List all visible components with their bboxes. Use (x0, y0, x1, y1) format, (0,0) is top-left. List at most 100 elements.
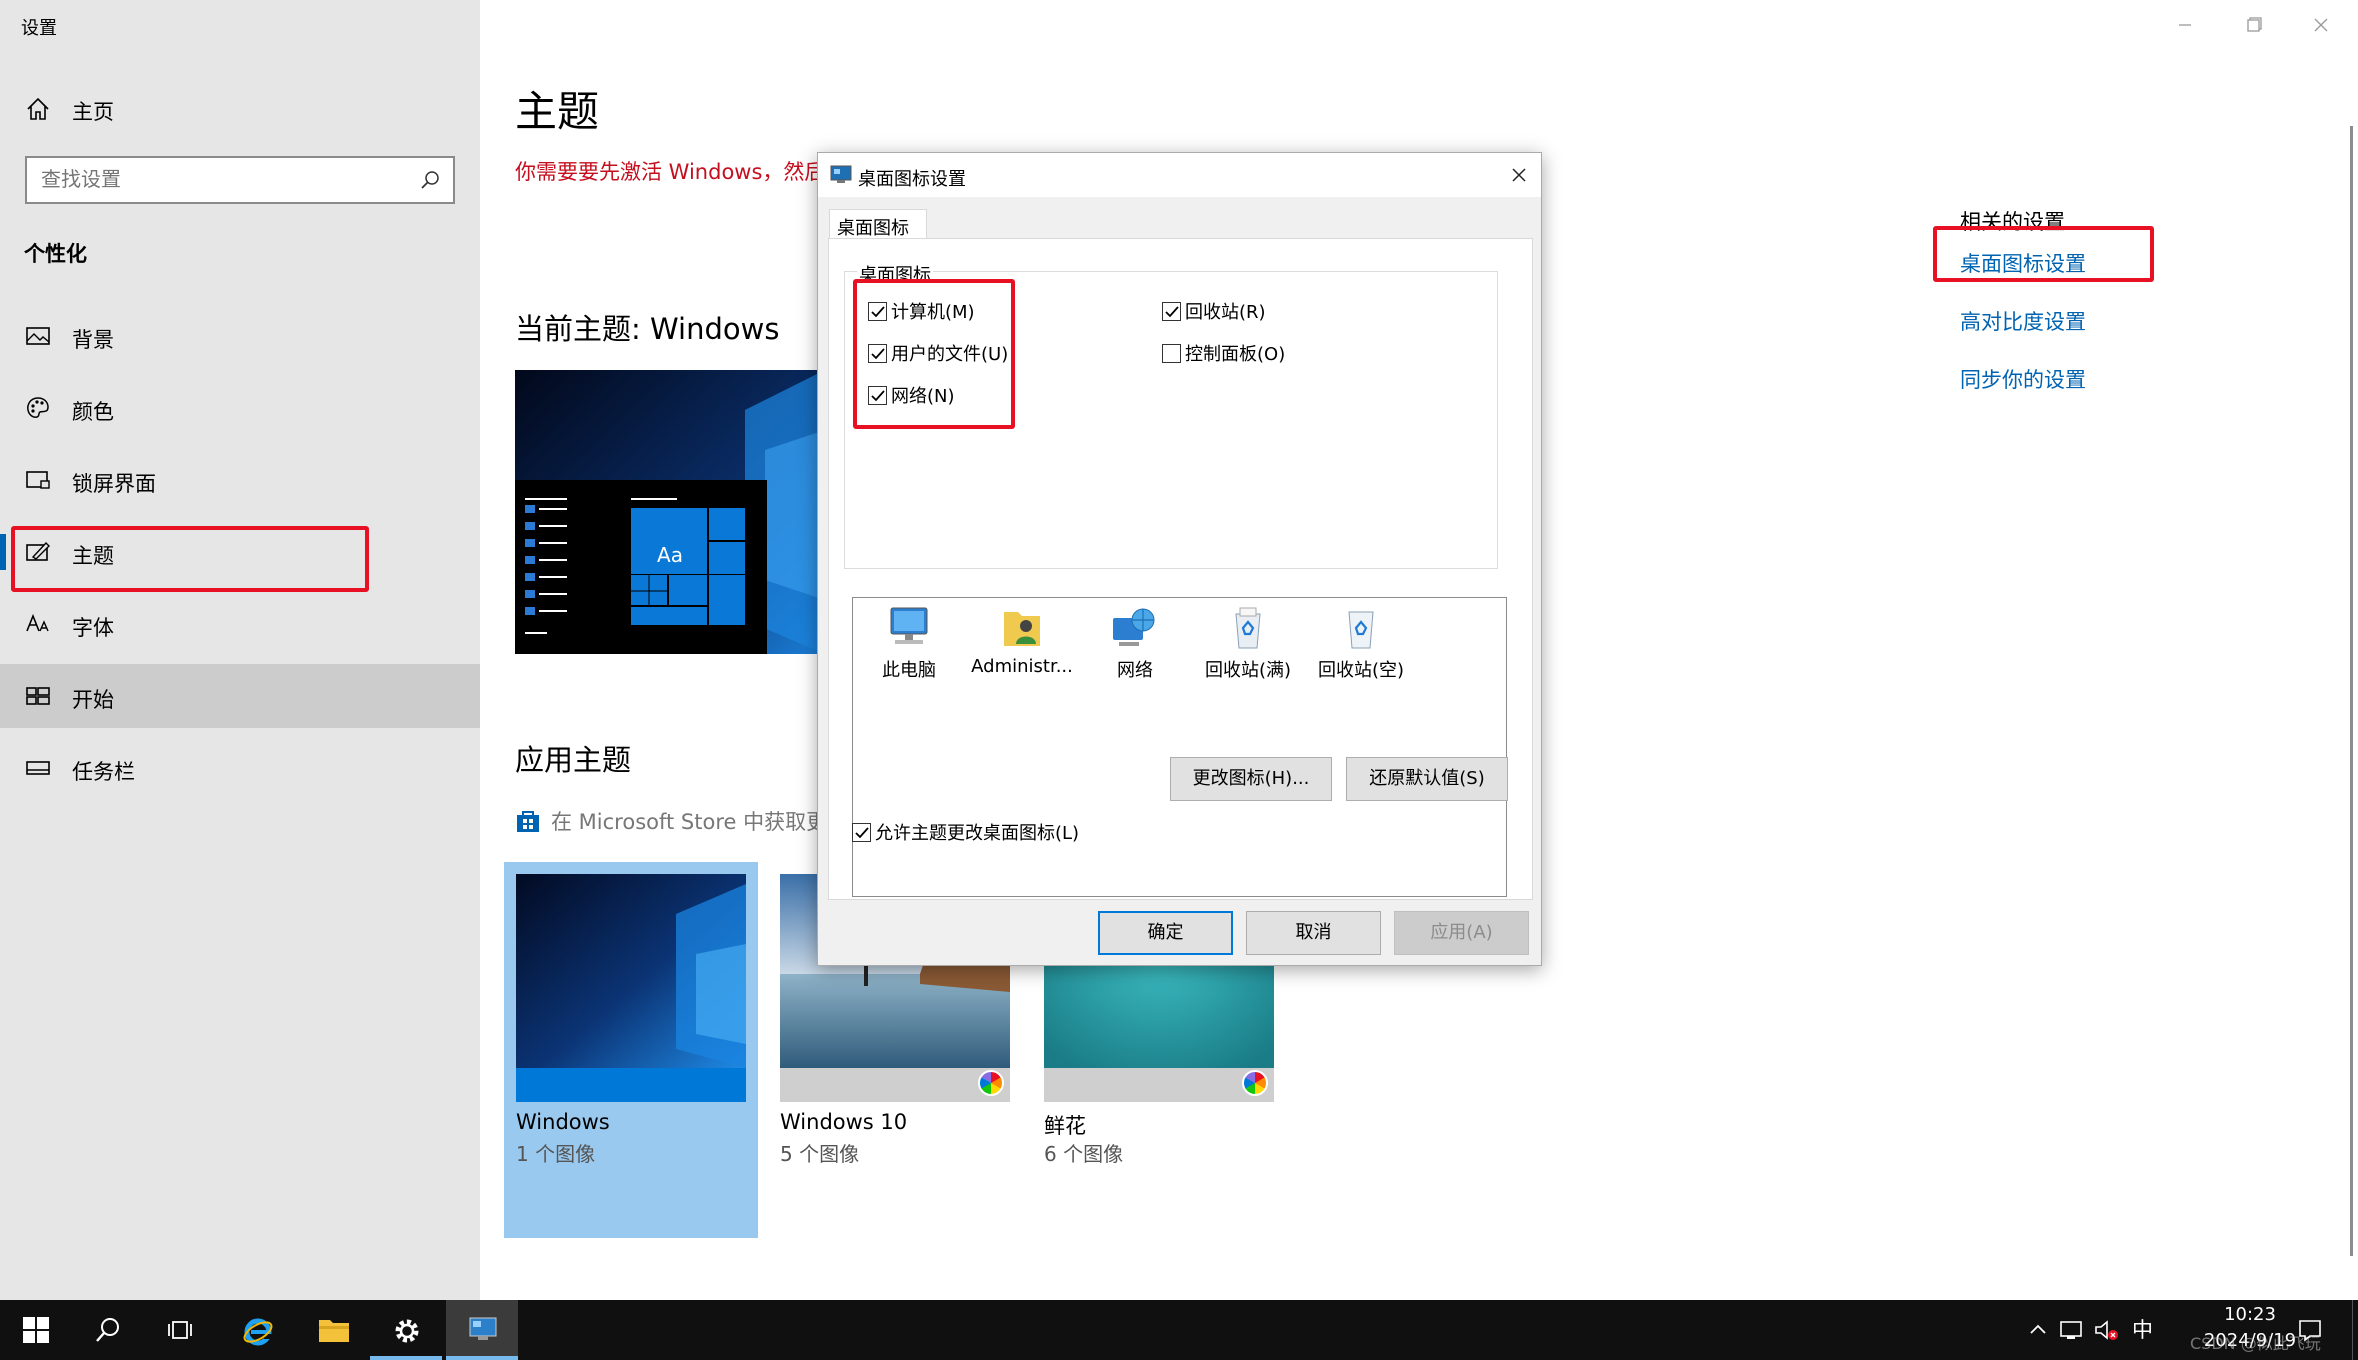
notification-icon[interactable] (2296, 1316, 2324, 1344)
sidebar-item-taskbar[interactable]: 任务栏 (0, 736, 480, 800)
sidebar-item-label: 颜色 (72, 400, 114, 424)
taskbar-search-button[interactable] (72, 1300, 144, 1360)
computer-icon (890, 607, 928, 644)
network-checkbox[interactable]: 网络(N) (868, 382, 955, 408)
checkbox-label: 网络(N) (891, 386, 955, 407)
show-desktop-button[interactable] (2352, 1300, 2358, 1360)
start-grid-icon (26, 687, 50, 705)
sidebar-item-label: 锁屏界面 (72, 472, 156, 496)
search-input[interactable] (41, 167, 401, 191)
checkbox-box[interactable] (852, 823, 871, 842)
sidebar-item-label: 背景 (72, 328, 114, 352)
checkbox-label: 允许主题更改桌面图标(L) (875, 823, 1080, 844)
dialog-titlebar[interactable]: 桌面图标设置 (818, 153, 1541, 197)
user-files-checkbox[interactable]: 用户的文件(U) (868, 340, 1008, 366)
icon-label: 回收站(满) (1204, 660, 1292, 681)
sidebar-item-home[interactable]: 主页 (0, 88, 480, 130)
folder-icon (319, 1320, 349, 1342)
activation-warning: 你需要要先激活 Windows，然后才 (515, 160, 847, 184)
checkbox-box[interactable] (868, 386, 887, 405)
computer-checkbox[interactable]: 计算机(M) (868, 298, 975, 324)
ok-button[interactable]: 确定 (1098, 911, 1233, 955)
checkbox-label: 控制面板(O) (1185, 344, 1286, 365)
settings-app-button[interactable] (370, 1300, 442, 1360)
gear-icon (395, 1319, 419, 1343)
start-button[interactable] (0, 1300, 72, 1360)
checkbox-label: 计算机(M) (891, 302, 975, 323)
checkbox-box[interactable] (868, 344, 887, 363)
sidebar-item-themes[interactable]: 主题 (0, 520, 480, 584)
allow-themes-checkbox[interactable]: 允许主题更改桌面图标(L) (852, 819, 1079, 845)
store-link[interactable]: 在 Microsoft Store 中获取更 (515, 806, 827, 836)
section-title: 个性化 (24, 242, 87, 266)
windows-wallpaper-image: Aa (515, 370, 825, 654)
sidebar-item-lock-screen[interactable]: 锁屏界面 (0, 448, 480, 512)
control-panel-checkbox[interactable]: 控制面板(O) (1162, 340, 1285, 366)
cancel-button[interactable]: 取消 (1246, 911, 1381, 955)
checkbox-box[interactable] (1162, 302, 1181, 321)
recycle-bin-full-icon (1235, 607, 1261, 649)
apply-theme-heading: 应用主题 (515, 743, 632, 777)
restore-default-button[interactable]: 还原默认值(S) (1346, 757, 1508, 801)
user-folder-icon (1004, 612, 1040, 646)
windows-logo-icon (23, 1317, 49, 1343)
theme-preview: Aa (515, 370, 825, 654)
task-view-button[interactable] (144, 1300, 216, 1360)
page-title: 主题 (515, 87, 600, 136)
tab-desktop-icons[interactable]: 桌面图标 (829, 209, 927, 239)
checkmark-icon (871, 390, 885, 402)
network-status-icon[interactable] (2058, 1316, 2086, 1344)
icon-item-this-pc[interactable]: 此电脑 (855, 604, 963, 682)
recycle-bin-checkbox[interactable]: 回收站(R) (1162, 298, 1266, 324)
theme-name: Windows (516, 1110, 610, 1134)
volume-muted-icon[interactable] (2092, 1316, 2120, 1344)
lock-screen-icon (26, 471, 50, 489)
chevron-up-icon[interactable] (2024, 1316, 2052, 1344)
file-explorer-button[interactable] (296, 1300, 368, 1360)
icon-item-user-files[interactable]: Administr... (968, 604, 1076, 677)
app-title: 设置 (21, 18, 57, 39)
dialog-close-button[interactable] (1503, 159, 1535, 191)
sidebar-item-start[interactable]: 开始 (0, 664, 480, 728)
checkbox-box[interactable] (1162, 344, 1181, 363)
icon-item-recycle-bin-full[interactable]: 回收站(满) (1194, 604, 1302, 682)
desktop-icon-settings-link[interactable]: 桌面图标设置 (1960, 248, 2086, 278)
desktop-settings-icon (469, 1317, 497, 1340)
search-icon[interactable] (419, 169, 441, 191)
preview-text: Aa (657, 543, 683, 567)
store-bag-icon (517, 811, 539, 832)
high-contrast-settings-link[interactable]: 高对比度设置 (1960, 306, 2086, 336)
input-method-indicator[interactable]: 中 (2132, 1314, 2153, 1344)
desktop-icon-settings-app-button[interactable] (446, 1300, 518, 1360)
checkbox-label: 回收站(R) (1185, 302, 1266, 323)
internet-explorer-button[interactable] (220, 1300, 292, 1360)
picture-icon (26, 327, 50, 345)
scrollbar[interactable] (2350, 126, 2353, 1256)
restore-button[interactable] (2230, 8, 2276, 42)
sidebar-item-fonts[interactable]: 字体 (0, 592, 480, 656)
icon-item-network[interactable]: 网络 (1081, 604, 1189, 682)
theme-name: 鲜花 (1044, 1114, 1086, 1138)
minimize-button[interactable] (2162, 8, 2208, 42)
sidebar-item-label: 字体 (72, 616, 114, 640)
minimize-icon (2179, 24, 2191, 26)
icon-item-recycle-bin-empty[interactable]: 回收站(空) (1307, 604, 1415, 682)
current-theme-heading: 当前主题: Windows (515, 312, 780, 346)
checkbox-box[interactable] (868, 302, 887, 321)
desktop-settings-icon (830, 165, 852, 183)
sidebar-item-colors[interactable]: 颜色 (0, 376, 480, 440)
sync-settings-link[interactable]: 同步你的设置 (1960, 364, 2086, 394)
clock-time[interactable]: 10:23 (2195, 1304, 2305, 1325)
desktop-icon-list[interactable]: 此电脑 Administr... 网络 回收站(满) 回收站(空) (852, 597, 1507, 897)
icon-label: 回收站(空) (1317, 660, 1405, 681)
apply-button[interactable]: 应用(A) (1394, 911, 1529, 955)
internet-explorer-icon (243, 1318, 273, 1346)
task-view-icon (168, 1321, 192, 1339)
change-icon-button[interactable]: 更改图标(H)... (1170, 757, 1332, 801)
close-button[interactable] (2298, 8, 2344, 42)
group-label: 桌面图标 (857, 261, 933, 287)
theme-tile-windows[interactable]: Windows 1 个图像 (504, 862, 758, 1238)
sidebar-item-background[interactable]: 背景 (0, 304, 480, 368)
search-settings-box[interactable] (25, 156, 455, 204)
icon-label: Administr... (971, 656, 1073, 677)
